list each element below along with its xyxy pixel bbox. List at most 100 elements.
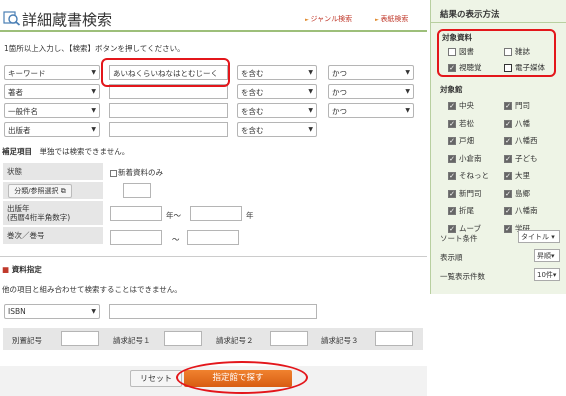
library-label: 八幡 <box>515 118 530 128</box>
checkbox-icon[interactable]: ✓ <box>504 224 512 233</box>
operator-select-2[interactable]: かつ ▼ <box>328 84 414 99</box>
match-select-3[interactable]: を含む ▼ <box>237 103 317 118</box>
checkbox-icon[interactable]: ✓ <box>504 189 512 198</box>
supplement-heading: 補足項目 単独では検索できません。 <box>2 147 130 156</box>
match-select-2[interactable]: を含む ▼ <box>237 84 317 99</box>
reset-button[interactable]: リセット <box>130 370 182 387</box>
checkbox-icon[interactable]: ✓ <box>504 172 512 180</box>
order-select[interactable]: 昇順▾ <box>534 249 560 262</box>
checkbox-icon[interactable]: ✓ <box>504 154 512 163</box>
library-checkbox[interactable]: ✓ 八幡 <box>504 118 530 129</box>
header-divider <box>0 30 427 32</box>
library-label: 島郷 <box>515 188 530 198</box>
call-input-2[interactable] <box>270 331 308 346</box>
material-heading: ■ 資料指定 <box>2 265 42 274</box>
material-type-select[interactable]: ISBN ▼ <box>4 304 100 319</box>
checkbox-icon[interactable]: ✓ <box>448 119 456 128</box>
library-checkbox[interactable]: ✓ 新門司 <box>448 188 482 199</box>
highlight-search-button <box>176 361 308 394</box>
library-checkbox[interactable]: ✓ 小倉南 <box>448 153 482 164</box>
checkbox-icon[interactable]: ✓ <box>504 207 512 215</box>
library-checkbox[interactable]: ✓ 戸畑 <box>448 135 474 146</box>
result-options-title: 結果の表示方法 <box>440 10 500 20</box>
library-checkbox[interactable]: ✓ 八幡南 <box>504 205 538 216</box>
operator-select-3[interactable]: かつ ▼ <box>328 103 414 118</box>
library-checkbox[interactable]: ✓ 島郷 <box>504 188 530 199</box>
volume-from-input[interactable] <box>110 230 162 245</box>
field-select-1[interactable]: キーワード ▼ <box>4 65 100 80</box>
field-select-2[interactable]: 著者 ▼ <box>4 84 100 99</box>
publisher-input[interactable] <box>109 122 228 137</box>
year-to-suffix: 年 <box>246 211 254 220</box>
library-label: そねっと <box>459 171 489 180</box>
highlight-material <box>437 29 556 77</box>
year-from-input[interactable] <box>110 206 162 221</box>
search-icon <box>3 11 21 26</box>
call-label-3: 請求記号３ <box>321 336 359 345</box>
isbn-input[interactable] <box>109 304 317 319</box>
call-input-3[interactable] <box>375 331 413 346</box>
sidebar-divider <box>431 22 566 23</box>
checkbox-icon[interactable]: ✓ <box>448 224 456 233</box>
match-select-4[interactable]: を含む ▼ <box>237 122 317 137</box>
call-input-1[interactable] <box>164 331 202 346</box>
call-label-2: 請求記号２ <box>216 336 254 345</box>
library-checkbox[interactable]: ✓ 大里 <box>504 170 530 181</box>
material-note: 他の項目と組み合わせて検索することはできません。 <box>2 285 182 294</box>
call-label-1: 請求記号１ <box>113 336 151 345</box>
library-checkbox[interactable]: ✓ そねっと <box>448 170 489 181</box>
checkbox-icon[interactable]: ✓ <box>448 137 456 145</box>
genre-search-link[interactable]: ジャンル検索 <box>305 14 352 24</box>
classification-select-button[interactable]: 分類/参照選択 ⧉ <box>8 184 72 198</box>
checkbox-icon[interactable]: ✓ <box>448 172 456 180</box>
year-to-input[interactable] <box>190 206 242 221</box>
library-checkbox[interactable]: ✓ 中央 <box>448 100 474 111</box>
library-label: 中央 <box>459 101 474 110</box>
checkbox-icon[interactable]: ✓ <box>448 189 456 198</box>
subject-input[interactable] <box>109 103 228 118</box>
count-select[interactable]: 10件▾ <box>534 268 560 281</box>
pub-year-label: 出版年 (西暦4桁半角数字) <box>3 201 103 226</box>
library-label: 新門司 <box>459 188 482 198</box>
operator-select-1[interactable]: かつ ▼ <box>328 65 414 80</box>
library-checkbox[interactable]: ✓ ムーブ <box>448 223 481 234</box>
library-label: 折尾 <box>459 206 474 215</box>
checkbox-icon[interactable]: ✓ <box>504 119 512 128</box>
library-label: 子ども <box>515 153 538 163</box>
instruction-text: 1箇所以上入力し、【検索】ボタンを押してください。 <box>4 44 185 53</box>
library-checkbox[interactable]: ✓ 折尾 <box>448 205 474 216</box>
library-checkbox[interactable]: ✓ 八幡西 <box>504 135 538 146</box>
order-label: 表示順 <box>440 253 463 262</box>
section-divider <box>0 256 427 257</box>
library-checkbox[interactable]: ✓ 子ども <box>504 153 538 164</box>
library-label: 八幡南 <box>515 206 538 215</box>
count-label: 一覧表示件数 <box>440 272 485 281</box>
call-input-0[interactable] <box>61 331 99 346</box>
field-select-4[interactable]: 出版者 ▼ <box>4 122 100 137</box>
match-select-1[interactable]: を含む ▼ <box>237 65 317 80</box>
sort-label: ソート条件 <box>440 234 478 243</box>
new-only-checkbox[interactable]: 新着資料のみ <box>110 167 163 178</box>
field-select-3[interactable]: 一般件名 ▼ <box>4 103 100 118</box>
sort-select[interactable]: タイトル ▾ <box>518 230 560 243</box>
library-checkbox[interactable]: ✓ 門司 <box>504 100 530 111</box>
volume-sep: ～ <box>172 235 180 244</box>
year-from-suffix: 年～ <box>166 211 181 220</box>
library-label: ムーブ <box>459 223 482 233</box>
cover-search-link[interactable]: 表紙検索 <box>375 14 408 24</box>
classification-input[interactable] <box>123 183 151 198</box>
library-label: 戸畑 <box>459 136 474 145</box>
highlight-keyword <box>101 58 230 87</box>
checkbox-icon[interactable]: ✓ <box>448 207 456 215</box>
checkbox-icon[interactable]: ✓ <box>448 102 456 110</box>
library-checkbox[interactable]: ✓ 若松 <box>448 118 474 129</box>
volume-label: 巻次／巻号 <box>3 227 103 245</box>
library-label: 八幡西 <box>515 136 538 145</box>
checkbox-icon[interactable]: ✓ <box>504 102 512 110</box>
checkbox-icon[interactable]: ✓ <box>448 154 456 163</box>
call-label-0: 別置記号 <box>12 336 42 345</box>
volume-to-input[interactable] <box>187 230 239 245</box>
checkbox-icon[interactable]: ✓ <box>504 137 512 145</box>
library-label: 若松 <box>459 118 474 128</box>
page-title: 詳細蔵書検索 <box>22 11 113 29</box>
